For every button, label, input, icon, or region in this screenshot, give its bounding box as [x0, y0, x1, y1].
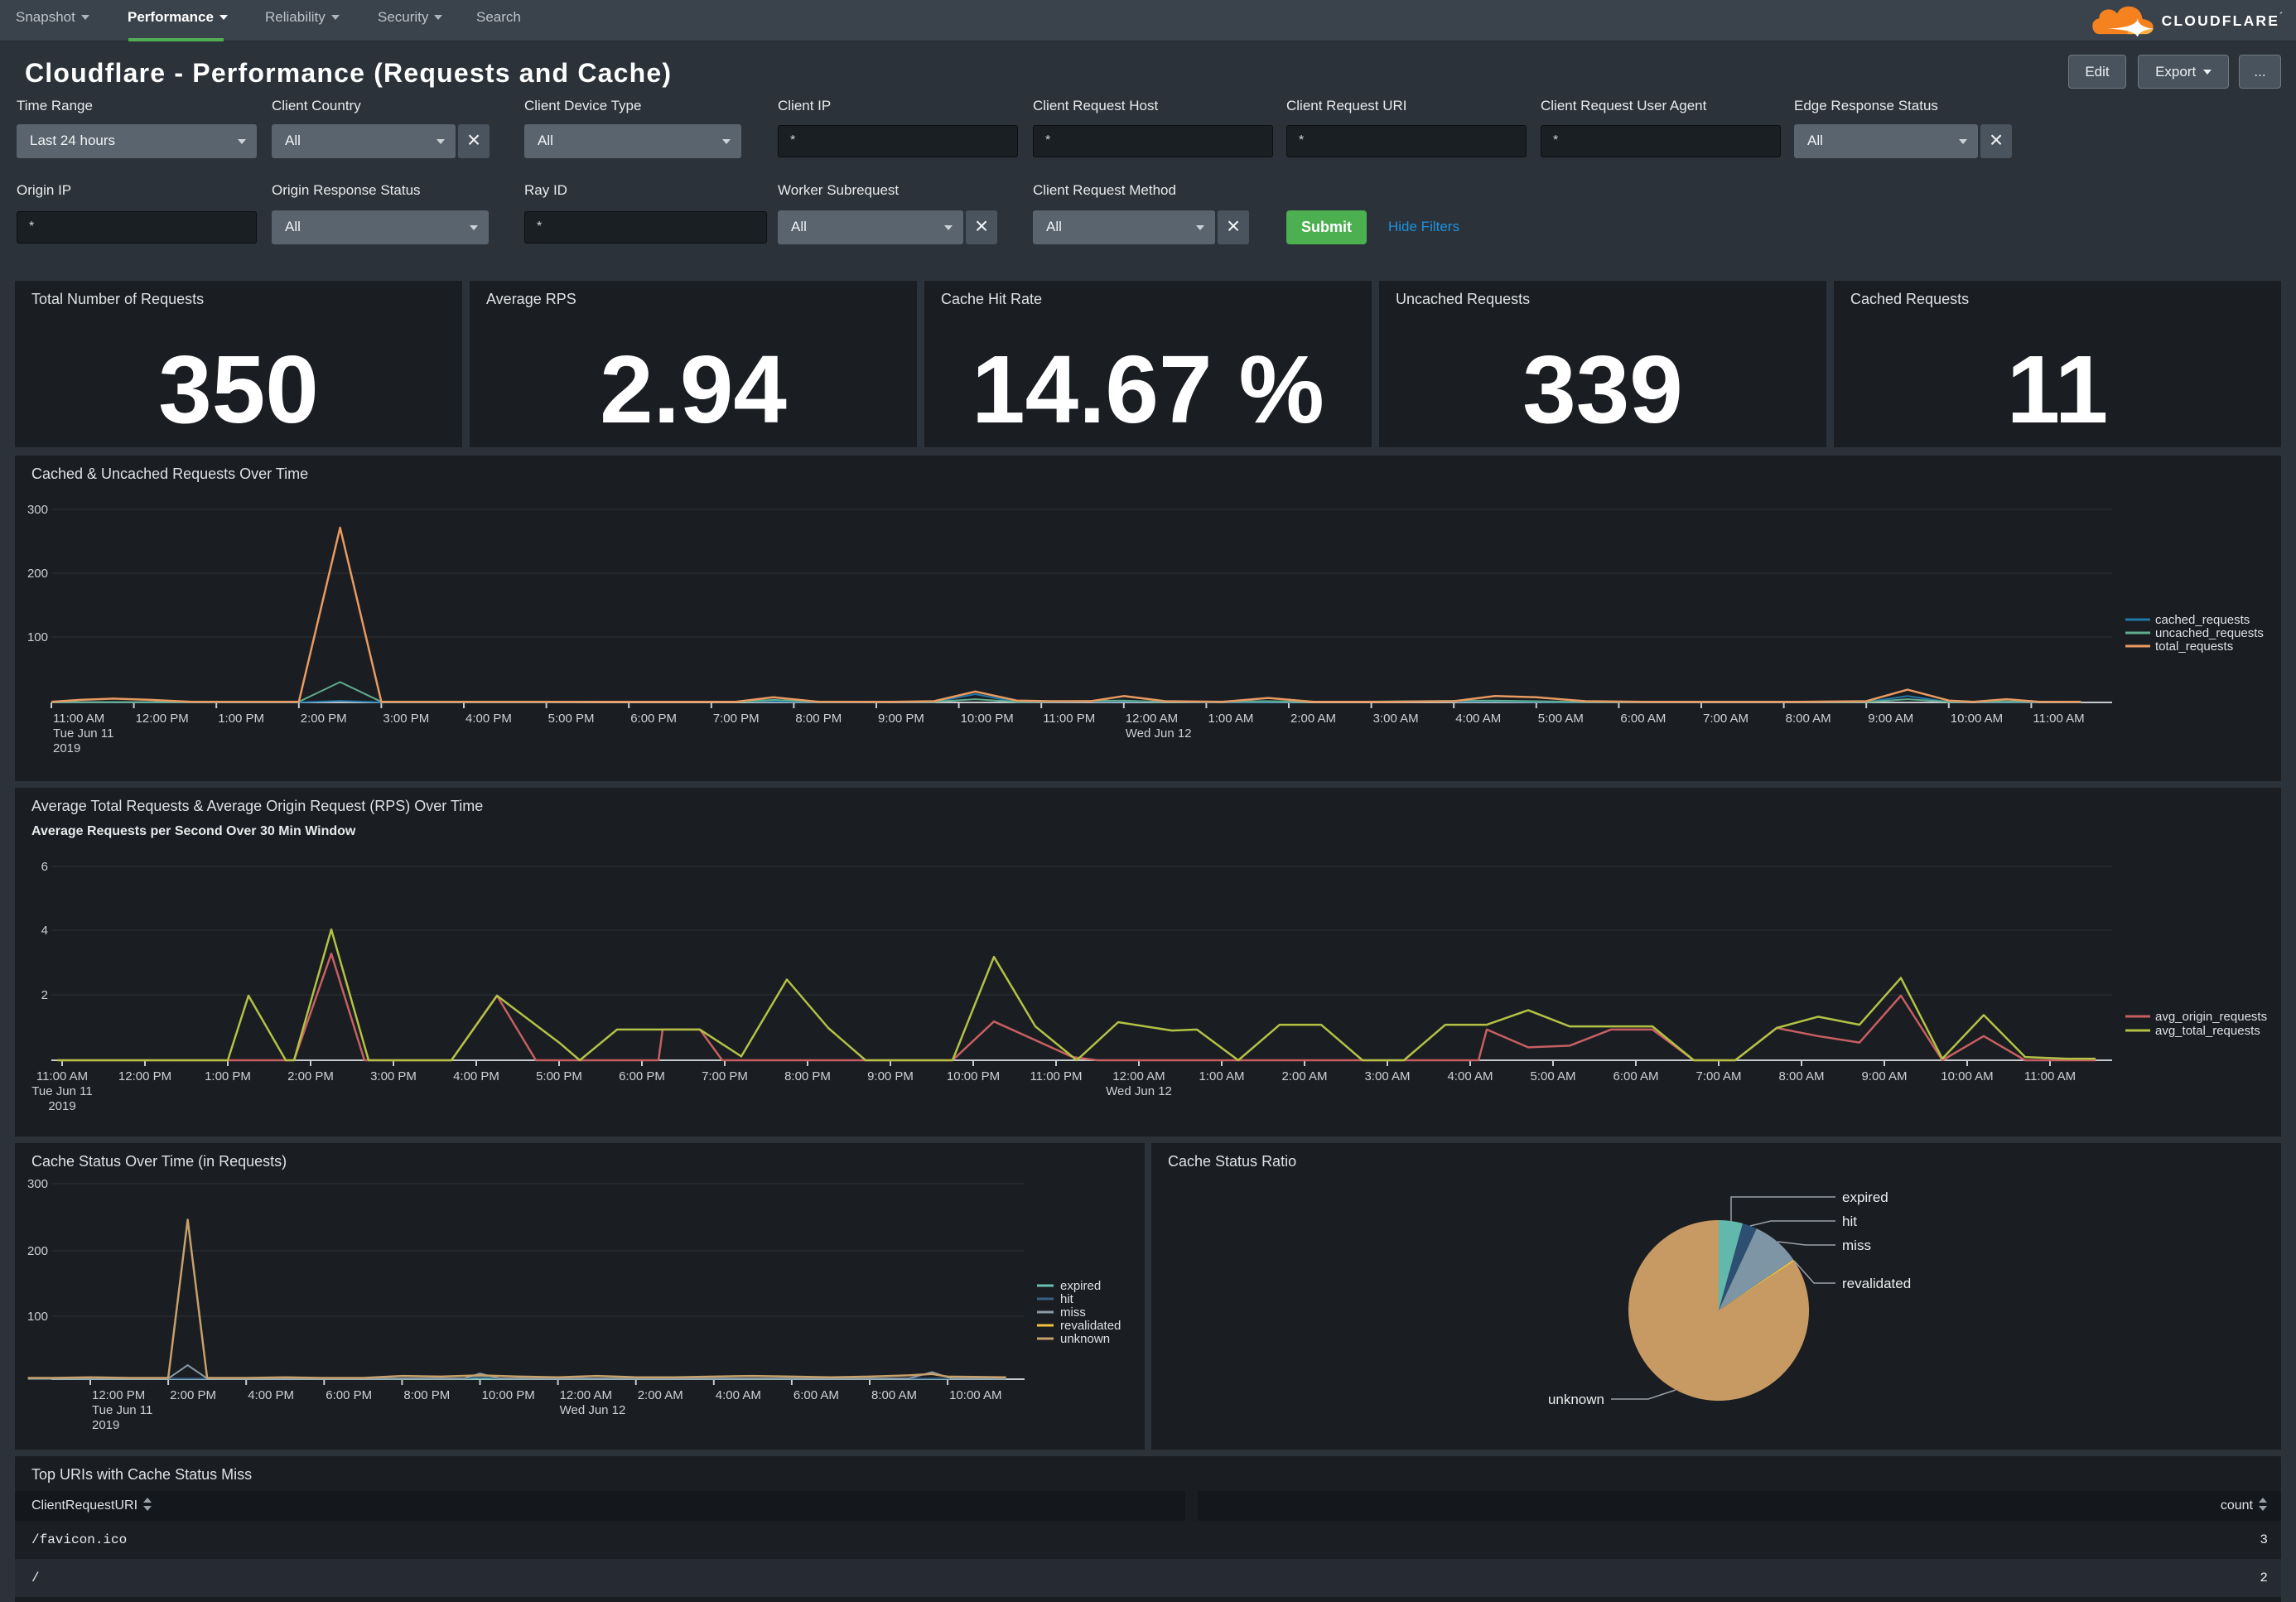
svg-text:miss: miss	[1060, 1305, 1086, 1320]
svg-text:11:00 PM: 11:00 PM	[1030, 1069, 1082, 1083]
svg-text:4:00 AM: 4:00 AM	[716, 1388, 761, 1402]
svg-text:1:00 PM: 1:00 PM	[205, 1069, 251, 1083]
svg-text:11:00 AM: 11:00 AM	[2033, 712, 2084, 726]
svg-text:uncached_requests: uncached_requests	[2155, 626, 2264, 640]
svg-text:11:00 AM: 11:00 AM	[2024, 1069, 2076, 1083]
svg-text:12:00 AM: 12:00 AM	[560, 1388, 612, 1402]
svg-text:11:00 PM: 11:00 PM	[1043, 712, 1095, 726]
svg-text:2:00 AM: 2:00 AM	[1290, 712, 1336, 726]
svg-text:6:00 PM: 6:00 PM	[630, 712, 677, 726]
svg-text:8:00 AM: 8:00 AM	[871, 1388, 917, 1402]
svg-text:Tue Jun 11: Tue Jun 11	[53, 726, 113, 741]
svg-text:1:00 AM: 1:00 AM	[1199, 1069, 1244, 1083]
svg-text:revalidated: revalidated	[1842, 1276, 1911, 1291]
svg-text:2: 2	[41, 988, 48, 1002]
svg-text:11:00 AM: 11:00 AM	[36, 1069, 88, 1083]
svg-text:300: 300	[27, 503, 48, 517]
svg-text:Wed Jun 12: Wed Jun 12	[1126, 726, 1192, 741]
svg-text:2019: 2019	[92, 1418, 119, 1432]
svg-text:8:00 PM: 8:00 PM	[784, 1069, 831, 1083]
svg-text:300: 300	[27, 1177, 48, 1191]
svg-text:200: 200	[27, 567, 48, 581]
svg-text:6: 6	[41, 860, 48, 874]
svg-text:5:00 PM: 5:00 PM	[548, 712, 595, 726]
svg-text:6:00 PM: 6:00 PM	[619, 1069, 665, 1083]
svg-text:9:00 AM: 9:00 AM	[1861, 1069, 1907, 1083]
svg-text:unknown: unknown	[1060, 1332, 1110, 1346]
svg-text:12:00 AM: 12:00 AM	[1126, 712, 1178, 726]
svg-text:revalidated: revalidated	[1060, 1319, 1121, 1333]
svg-text:5:00 AM: 5:00 AM	[1530, 1069, 1575, 1083]
svg-text:2:00 PM: 2:00 PM	[170, 1388, 216, 1402]
svg-text:total_requests: total_requests	[2155, 639, 2233, 654]
svg-text:4:00 PM: 4:00 PM	[453, 1069, 499, 1083]
svg-text:1:00 PM: 1:00 PM	[218, 712, 264, 726]
svg-text:hit: hit	[1060, 1292, 1074, 1306]
svg-text:6:00 AM: 6:00 AM	[1613, 1069, 1658, 1083]
svg-text:10:00 PM: 10:00 PM	[947, 1069, 1000, 1083]
svg-text:100: 100	[27, 630, 48, 644]
svg-text:Wed Jun 12: Wed Jun 12	[1106, 1084, 1172, 1098]
svg-text:8:00 AM: 8:00 AM	[1786, 712, 1831, 726]
svg-text:9:00 AM: 9:00 AM	[1868, 712, 1913, 726]
svg-text:avg_origin_requests: avg_origin_requests	[2155, 1010, 2267, 1024]
svg-text:10:00 PM: 10:00 PM	[482, 1388, 535, 1402]
svg-text:12:00 AM: 12:00 AM	[1112, 1069, 1165, 1083]
svg-text:8:00 PM: 8:00 PM	[795, 712, 842, 726]
svg-text:8:00 PM: 8:00 PM	[403, 1388, 450, 1402]
svg-text:12:00 PM: 12:00 PM	[136, 712, 189, 726]
svg-text:7:00 PM: 7:00 PM	[713, 712, 760, 726]
svg-text:1:00 AM: 1:00 AM	[1208, 712, 1253, 726]
svg-text:miss: miss	[1842, 1238, 1871, 1253]
svg-text:3:00 AM: 3:00 AM	[1373, 712, 1419, 726]
svg-text:10:00 PM: 10:00 PM	[961, 712, 1014, 726]
svg-text:expired: expired	[1842, 1189, 1888, 1205]
svg-text:5:00 PM: 5:00 PM	[536, 1069, 582, 1083]
svg-text:3:00 PM: 3:00 PM	[383, 712, 429, 726]
svg-text:10:00 AM: 10:00 AM	[949, 1388, 1001, 1402]
svg-text:2:00 AM: 2:00 AM	[1281, 1069, 1327, 1083]
svg-text:6:00 AM: 6:00 AM	[793, 1388, 839, 1402]
svg-text:100: 100	[27, 1310, 48, 1324]
svg-text:6:00 AM: 6:00 AM	[1620, 712, 1666, 726]
svg-text:3:00 PM: 3:00 PM	[370, 1069, 417, 1083]
svg-text:6:00 PM: 6:00 PM	[326, 1388, 372, 1402]
svg-text:200: 200	[27, 1244, 48, 1258]
svg-text:9:00 PM: 9:00 PM	[867, 1069, 914, 1083]
svg-text:Tue Jun 11: Tue Jun 11	[92, 1403, 152, 1417]
svg-text:Tue Jun 11: Tue Jun 11	[31, 1084, 92, 1098]
svg-text:4: 4	[41, 924, 48, 938]
svg-text:11:00 AM: 11:00 AM	[53, 712, 104, 726]
svg-text:10:00 AM: 10:00 AM	[1951, 712, 2003, 726]
svg-text:cached_requests: cached_requests	[2155, 613, 2250, 627]
svg-text:10:00 AM: 10:00 AM	[1941, 1069, 1993, 1083]
svg-text:2019: 2019	[48, 1099, 75, 1113]
svg-text:5:00 AM: 5:00 AM	[1538, 712, 1584, 726]
svg-text:2:00 PM: 2:00 PM	[287, 1069, 334, 1083]
svg-text:4:00 PM: 4:00 PM	[465, 712, 512, 726]
svg-text:4:00 AM: 4:00 AM	[1447, 1069, 1493, 1083]
svg-text:7:00 AM: 7:00 AM	[1695, 1069, 1741, 1083]
svg-text:2:00 AM: 2:00 AM	[638, 1388, 683, 1402]
svg-text:avg_total_requests: avg_total_requests	[2155, 1024, 2260, 1038]
svg-text:4:00 PM: 4:00 PM	[248, 1388, 294, 1402]
svg-text:3:00 AM: 3:00 AM	[1364, 1069, 1410, 1083]
svg-text:4:00 AM: 4:00 AM	[1455, 712, 1501, 726]
svg-text:Wed Jun 12: Wed Jun 12	[560, 1403, 626, 1417]
svg-text:9:00 PM: 9:00 PM	[878, 712, 924, 726]
svg-text:7:00 PM: 7:00 PM	[702, 1069, 748, 1083]
svg-text:12:00 PM: 12:00 PM	[92, 1388, 145, 1402]
svg-text:2:00 PM: 2:00 PM	[301, 712, 347, 726]
svg-text:8:00 AM: 8:00 AM	[1778, 1069, 1824, 1083]
svg-text:hit: hit	[1842, 1214, 1857, 1229]
svg-text:7:00 AM: 7:00 AM	[1703, 712, 1749, 726]
svg-text:2019: 2019	[53, 741, 80, 755]
svg-text:expired: expired	[1060, 1279, 1101, 1293]
svg-text:unknown: unknown	[1548, 1392, 1604, 1407]
svg-text:12:00 PM: 12:00 PM	[118, 1069, 171, 1083]
